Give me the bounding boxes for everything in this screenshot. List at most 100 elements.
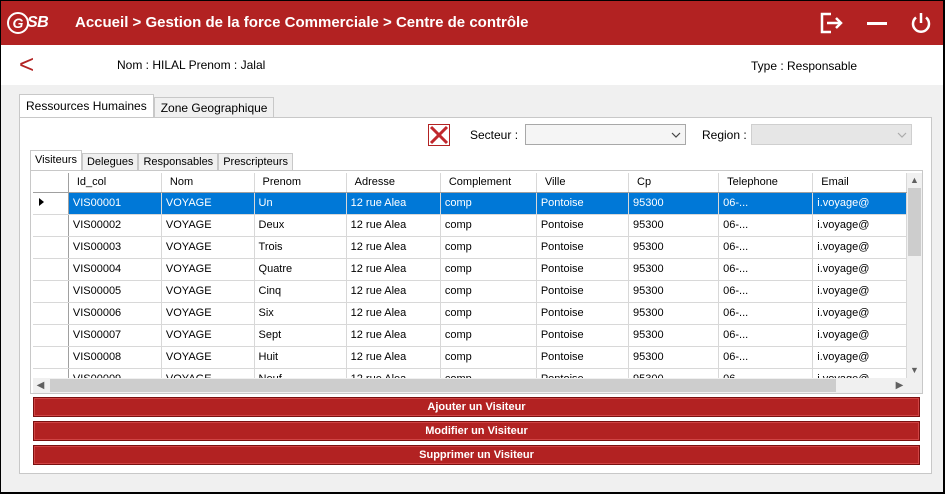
delete-visiteur-button[interactable]: Supprimer un Visiteur <box>33 445 920 465</box>
scroll-right-icon[interactable]: ▶ <box>892 378 907 393</box>
table-cell[interactable]: 12 rue Alea <box>346 192 441 215</box>
table-cell[interactable]: i.voyage@ <box>812 236 907 259</box>
table-cell[interactable]: 12 rue Alea <box>346 214 441 237</box>
table-cell[interactable]: 95300 <box>628 324 720 347</box>
visiteurs-grid[interactable]: Id_col Nom Prenom Adresse Complement Ville Cp T… <box>33 173 922 393</box>
table-cell[interactable]: 95300 <box>628 368 720 378</box>
table-cell[interactable]: Huit <box>254 346 347 369</box>
table-cell[interactable]: 06-... <box>718 324 814 347</box>
column-header[interactable]: Email <box>812 173 907 193</box>
row-header[interactable] <box>33 236 69 259</box>
table-cell[interactable]: VIS00003 <box>68 236 162 259</box>
table-cell[interactable]: comp <box>440 346 537 369</box>
table-cell[interactable]: 06-... <box>718 214 814 237</box>
back-button[interactable]: < <box>19 51 41 77</box>
vertical-scrollbar[interactable]: ▲ ▼ <box>907 173 922 378</box>
tab-prescripteurs[interactable]: Prescripteurs <box>218 153 293 170</box>
horizontal-scroll-thumb[interactable] <box>50 379 836 392</box>
table-cell[interactable]: VOYAGE <box>161 368 255 378</box>
table-cell[interactable]: Pontoise <box>536 236 630 259</box>
table-cell[interactable]: VOYAGE <box>161 192 255 215</box>
table-row[interactable]: VIS00006 VOYAGE Six 12 rue Alea comp Pontoise… <box>33 302 907 325</box>
table-cell[interactable]: 06-... <box>718 280 814 303</box>
row-header[interactable] <box>33 192 69 215</box>
table-cell[interactable]: VOYAGE <box>161 258 255 281</box>
table-cell[interactable]: VIS00002 <box>68 214 162 237</box>
table-cell[interactable]: Six <box>254 302 347 325</box>
column-header[interactable]: Adresse <box>346 173 441 193</box>
table-cell[interactable]: Deux <box>254 214 347 237</box>
table-cell[interactable]: Pontoise <box>536 214 630 237</box>
table-cell[interactable]: VIS00005 <box>68 280 162 303</box>
table-cell[interactable]: 12 rue Alea <box>346 346 441 369</box>
logout-icon[interactable] <box>817 9 845 37</box>
table-row[interactable]: VIS00001 VOYAGE Un 12 rue Alea comp Pontoise 9… <box>33 192 907 215</box>
table-cell[interactable]: comp <box>440 324 537 347</box>
table-cell[interactable]: 06-... <box>718 258 814 281</box>
add-visiteur-button[interactable]: Ajouter un Visiteur <box>33 397 920 417</box>
tab-responsables[interactable]: Responsables <box>138 153 219 170</box>
row-header[interactable] <box>33 214 69 237</box>
column-header[interactable]: Nom <box>161 173 255 193</box>
column-header[interactable]: Complement <box>440 173 537 193</box>
table-cell[interactable]: VIS00001 <box>68 192 162 215</box>
table-cell[interactable]: Quatre <box>254 258 347 281</box>
column-header[interactable]: Id_col <box>68 173 162 193</box>
table-row[interactable]: VIS00009VOYAGENeuf12 rue AleacompPontois… <box>33 368 907 378</box>
table-cell[interactable]: Pontoise <box>536 346 630 369</box>
table-cell[interactable]: VIS00008 <box>68 346 162 369</box>
table-cell[interactable]: VOYAGE <box>161 280 255 303</box>
table-cell[interactable]: i.voyage@ <box>812 368 907 378</box>
table-cell[interactable]: 06-... <box>718 302 814 325</box>
table-cell[interactable]: Neuf <box>254 368 347 378</box>
table-cell[interactable]: Pontoise <box>536 302 630 325</box>
clear-filter-icon[interactable] <box>428 124 450 146</box>
tab-visiteurs[interactable]: Visiteurs <box>30 150 82 170</box>
table-cell[interactable]: VIS00007 <box>68 324 162 347</box>
table-cell[interactable]: Trois <box>254 236 347 259</box>
table-cell[interactable]: i.voyage@ <box>812 324 907 347</box>
table-cell[interactable]: VOYAGE <box>161 214 255 237</box>
table-cell[interactable]: i.voyage@ <box>812 280 907 303</box>
table-row[interactable]: VIS00002 VOYAGE Deux 12 rue Alea comp Pontois… <box>33 214 907 237</box>
table-cell[interactable]: i.voyage@ <box>812 214 907 237</box>
table-cell[interactable]: comp <box>440 192 537 215</box>
table-cell[interactable]: 95300 <box>628 346 720 369</box>
column-header[interactable]: Ville <box>536 173 630 193</box>
table-cell[interactable]: 12 rue Alea <box>346 280 441 303</box>
tab-zone-geographique[interactable]: Zone Geographique <box>153 97 275 117</box>
tab-ressources-humaines[interactable]: Ressources Humaines <box>19 94 154 117</box>
table-cell[interactable]: 12 rue Alea <box>346 324 441 347</box>
table-cell[interactable]: comp <box>440 368 537 378</box>
table-row[interactable]: VIS00008 VOYAGE Huit 12 rue Alea comp Pontois… <box>33 346 907 369</box>
tab-delegues[interactable]: Delegues <box>81 153 139 170</box>
column-header[interactable]: Cp <box>628 173 720 193</box>
table-cell[interactable]: 95300 <box>628 302 720 325</box>
table-cell[interactable]: VOYAGE <box>161 346 255 369</box>
table-row[interactable]: VIS00005 VOYAGE Cinq 12 rue Alea comp Pontois… <box>33 280 907 303</box>
table-cell[interactable]: Un <box>254 192 347 215</box>
table-cell[interactable]: Sept <box>254 324 347 347</box>
column-header[interactable]: Prenom <box>254 173 347 193</box>
horizontal-scrollbar[interactable]: ◀ ▶ <box>33 378 907 393</box>
table-cell[interactable]: i.voyage@ <box>812 346 907 369</box>
table-cell[interactable]: comp <box>440 258 537 281</box>
table-cell[interactable]: 06-... <box>718 236 814 259</box>
table-cell[interactable]: VIS00004 <box>68 258 162 281</box>
edit-visiteur-button[interactable]: Modifier un Visiteur <box>33 421 920 441</box>
row-header[interactable] <box>33 346 69 369</box>
scroll-left-icon[interactable]: ◀ <box>33 378 48 393</box>
table-row[interactable]: VIS00004 VOYAGE Quatre 12 rue Alea comp Ponto… <box>33 258 907 281</box>
table-cell[interactable]: VOYAGE <box>161 302 255 325</box>
table-cell[interactable]: comp <box>440 280 537 303</box>
row-header[interactable] <box>33 258 69 281</box>
table-cell[interactable]: 95300 <box>628 280 720 303</box>
table-cell[interactable]: comp <box>440 214 537 237</box>
row-header[interactable] <box>33 368 69 378</box>
row-header[interactable] <box>33 280 69 303</box>
minimize-icon[interactable] <box>863 9 891 37</box>
table-cell[interactable]: i.voyage@ <box>812 192 907 215</box>
table-cell[interactable]: Pontoise <box>536 280 630 303</box>
table-cell[interactable]: VIS00009 <box>68 368 162 378</box>
table-cell[interactable]: Cinq <box>254 280 347 303</box>
